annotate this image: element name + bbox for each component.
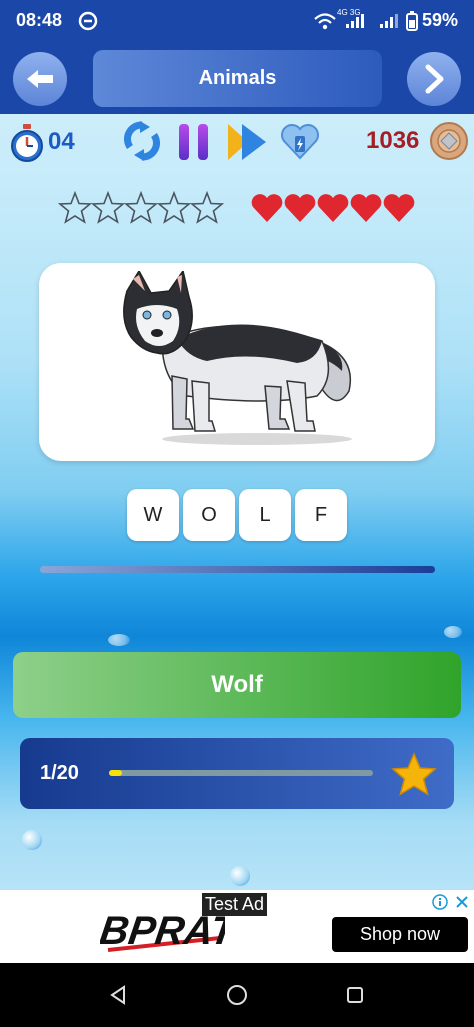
star-empty-icon xyxy=(124,191,158,224)
star-gold-icon xyxy=(391,752,437,796)
status-bar: 08:48 4G 3G 59% xyxy=(0,0,474,42)
star-empty-icon xyxy=(91,191,125,224)
star-empty-icon xyxy=(58,191,92,224)
water-bubble xyxy=(108,634,130,646)
letter-tile-4[interactable]: F xyxy=(295,489,347,541)
shop-now-label: Shop now xyxy=(359,924,441,944)
nav-home-icon[interactable] xyxy=(226,984,248,1006)
arrow-left-icon xyxy=(27,70,53,88)
letter-tile-2[interactable]: O xyxy=(183,489,235,541)
water-bubble xyxy=(230,866,250,886)
heart-icon xyxy=(317,194,349,222)
husky-wolf-illustration xyxy=(123,271,352,445)
level-progress-panel: 1/20 xyxy=(20,738,454,809)
sync-status-icon xyxy=(78,11,98,31)
next-button[interactable] xyxy=(407,52,461,106)
level-progress-fill xyxy=(109,770,123,776)
coin-icon xyxy=(430,122,468,160)
battery-icon xyxy=(406,11,418,31)
heart-icon xyxy=(284,194,316,222)
status-time: 08:48 xyxy=(16,10,63,30)
level-count: 1/20 xyxy=(40,762,79,784)
stopwatch-icon xyxy=(11,124,43,162)
heart-icon xyxy=(350,194,382,222)
star-rating xyxy=(58,191,228,225)
timer-value: 04 xyxy=(48,128,75,155)
ad-close-icon[interactable] xyxy=(454,894,470,910)
coin-count: 1036 xyxy=(366,127,420,154)
level-progress-track xyxy=(109,770,373,776)
signal-icon-2 xyxy=(380,14,398,28)
test-ad-label: Test Ad xyxy=(202,893,268,916)
page-title-text: Animals xyxy=(198,67,277,89)
skip-forward-icon[interactable] xyxy=(226,122,268,162)
lives-hearts xyxy=(250,192,418,224)
signal-icon-1 xyxy=(346,14,364,28)
answer-label: Wolf xyxy=(211,671,263,698)
shop-now-button[interactable]: Shop now xyxy=(332,917,468,952)
page-title: Animals xyxy=(93,50,382,107)
battery-percent: 59% xyxy=(421,10,458,30)
restart-icon[interactable] xyxy=(124,121,160,161)
back-button[interactable] xyxy=(13,52,67,106)
nav-back-icon[interactable] xyxy=(108,985,128,1005)
chevron-right-icon xyxy=(425,64,444,94)
answer-button[interactable]: Wolf xyxy=(13,652,461,718)
wifi-icon xyxy=(314,13,336,30)
water-bubble xyxy=(444,626,462,638)
system-nav-bar xyxy=(0,963,474,1027)
star-empty-icon xyxy=(190,191,224,224)
heart-icon xyxy=(251,194,283,222)
heart-icon xyxy=(383,194,415,222)
nav-recents-icon[interactable] xyxy=(346,986,364,1004)
letter-tile-1[interactable]: W xyxy=(127,489,179,541)
pause-icon[interactable] xyxy=(176,123,212,161)
letter-tile-3[interactable]: L xyxy=(239,489,291,541)
word-progress-line xyxy=(40,566,435,573)
star-empty-icon xyxy=(157,191,191,224)
ad-info-icon[interactable] xyxy=(432,894,448,910)
energy-heart-icon[interactable] xyxy=(280,121,320,161)
animal-picture-card xyxy=(39,263,435,461)
water-bubble xyxy=(22,830,42,850)
